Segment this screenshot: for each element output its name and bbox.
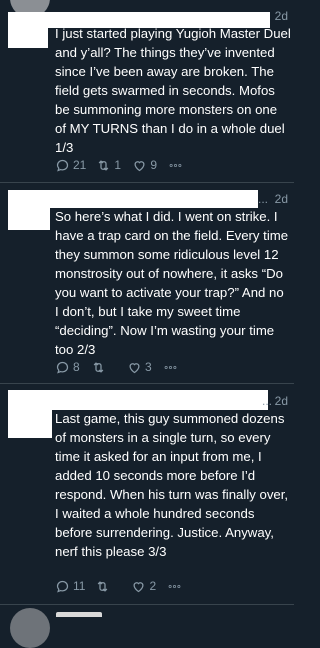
more-icon bbox=[169, 163, 182, 167]
more-button[interactable] bbox=[167, 579, 185, 594]
heart-icon bbox=[134, 160, 145, 171]
reply-button[interactable]: 11 bbox=[55, 579, 85, 594]
retweet-icon bbox=[93, 361, 104, 373]
tweet-text: Last game, this guy summoned dozens of m… bbox=[55, 411, 289, 559]
redacted-avatar bbox=[8, 410, 52, 438]
redacted-avatar bbox=[8, 208, 50, 230]
reply-count: 11 bbox=[73, 579, 86, 593]
tweet-1[interactable]: 2d I just started playing Yugioh Master … bbox=[0, 0, 294, 182]
reply-button[interactable]: 21 bbox=[55, 158, 86, 173]
more-icon bbox=[169, 584, 181, 588]
more-button[interactable] bbox=[163, 360, 181, 375]
retweet-icon bbox=[98, 580, 108, 592]
retweet-button[interactable] bbox=[95, 579, 121, 594]
like-count: 2 bbox=[149, 579, 157, 593]
like-count: 3 bbox=[145, 360, 152, 374]
tweet-actions: 8 3 bbox=[55, 359, 191, 375]
like-button[interactable]: 2 bbox=[131, 579, 157, 594]
more-icon bbox=[164, 365, 177, 369]
tweet-text: I just started playing Yugioh Master Due… bbox=[55, 26, 291, 155]
name-ellipsis: ... bbox=[258, 192, 269, 206]
reply-count: 21 bbox=[73, 158, 87, 172]
name-ellipsis: ... bbox=[262, 394, 273, 408]
reply-count: 8 bbox=[73, 360, 80, 374]
reply-icon bbox=[56, 580, 69, 593]
retweet-button[interactable] bbox=[91, 360, 117, 375]
next-tweet-name-peek bbox=[56, 612, 102, 617]
avatar[interactable] bbox=[10, 608, 50, 648]
like-button[interactable]: 9 bbox=[132, 158, 158, 173]
tweet-actions: 11 2 bbox=[55, 578, 195, 594]
tweet-2[interactable]: ... 2d So here’s what I did. I went on s… bbox=[0, 183, 294, 383]
heart-icon bbox=[129, 362, 140, 373]
like-count: 9 bbox=[150, 158, 158, 172]
retweet-count: 1 bbox=[114, 158, 122, 172]
reply-icon bbox=[56, 159, 69, 172]
reply-icon bbox=[56, 361, 69, 374]
tweet-time[interactable]: 2d bbox=[275, 9, 288, 23]
tweet-time[interactable]: 2d bbox=[275, 192, 288, 206]
redacted-avatar bbox=[8, 28, 48, 48]
reply-button[interactable]: 8 bbox=[55, 360, 81, 375]
divider bbox=[0, 604, 294, 605]
tweet-actions: 21 1 9 bbox=[55, 157, 196, 173]
heart-icon bbox=[133, 581, 144, 592]
redacted-header bbox=[8, 190, 258, 208]
redacted-header bbox=[8, 390, 268, 410]
tweet-text: So here’s what I did. I went on strike. … bbox=[55, 209, 289, 357]
tweet-3[interactable]: ... 2d Last game, this guy summoned doze… bbox=[0, 384, 294, 604]
like-button[interactable]: 3 bbox=[127, 360, 153, 375]
more-button[interactable] bbox=[168, 158, 186, 173]
tweet-time[interactable]: 2d bbox=[275, 394, 288, 408]
retweet-icon bbox=[99, 159, 109, 171]
retweet-button[interactable]: 1 bbox=[96, 158, 122, 173]
